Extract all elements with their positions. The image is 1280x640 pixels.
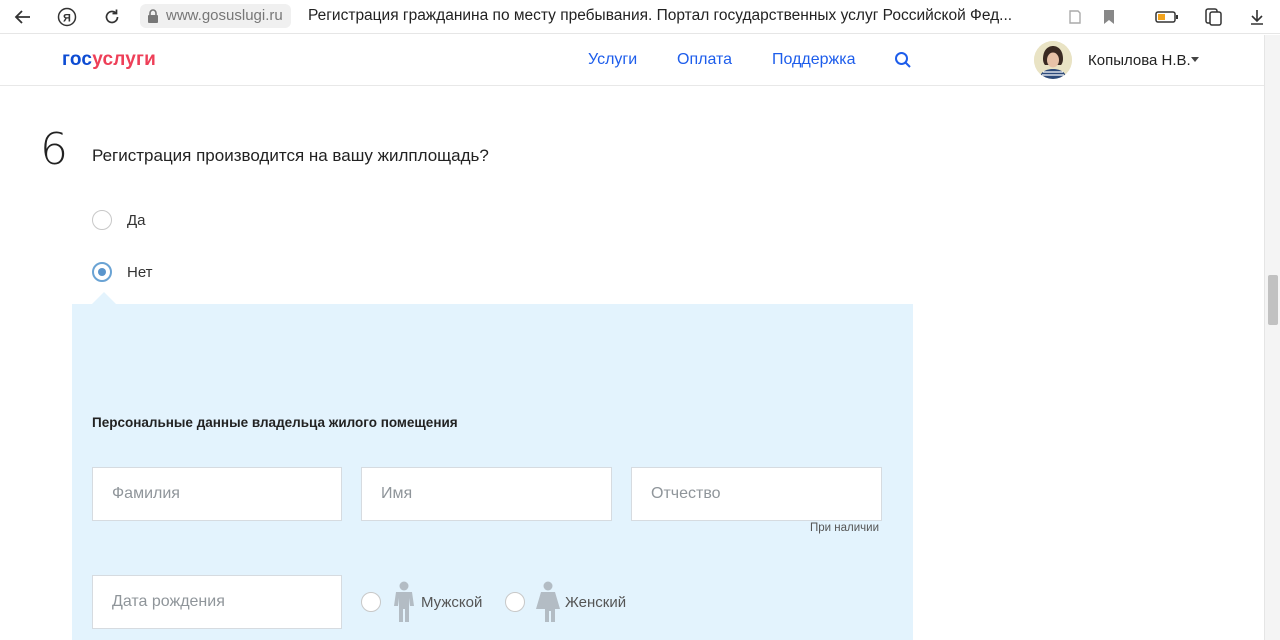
browser-toolbar: Я www.gosuslugi.ru Регистрация гражданин… bbox=[0, 0, 1280, 34]
download-icon[interactable] bbox=[1244, 4, 1270, 30]
gender-female-option[interactable]: Женский bbox=[505, 581, 626, 623]
radio-male[interactable] bbox=[361, 592, 381, 612]
birthdate-field[interactable]: Дата рождения bbox=[92, 575, 342, 629]
battery-icon[interactable] bbox=[1154, 4, 1180, 30]
option-no[interactable]: Нет bbox=[92, 262, 153, 282]
reader-mode-icon[interactable] bbox=[1062, 4, 1088, 30]
address-bar[interactable]: www.gosuslugi.ru bbox=[140, 4, 291, 28]
panel-pointer bbox=[92, 292, 116, 304]
back-arrow-icon[interactable] bbox=[10, 4, 36, 30]
radio-no[interactable] bbox=[92, 262, 112, 282]
yandex-icon[interactable]: Я bbox=[54, 4, 80, 30]
search-icon[interactable] bbox=[894, 51, 912, 69]
url-text: www.gosuslugi.ru bbox=[166, 7, 283, 24]
question-text: Регистрация производится на вашу жилплощ… bbox=[92, 146, 489, 165]
surname-field[interactable]: Фамилия bbox=[92, 467, 342, 521]
scrollbar-thumb[interactable] bbox=[1268, 275, 1278, 325]
gender-female-label: Женский bbox=[565, 593, 627, 611]
page-title: Регистрация гражданина по месту пребыван… bbox=[308, 7, 1013, 24]
nav-support[interactable]: Поддержка bbox=[772, 51, 855, 69]
lock-icon bbox=[148, 9, 158, 23]
option-no-label: Нет bbox=[127, 263, 153, 281]
gosuslugi-logo[interactable]: госуслуги bbox=[62, 49, 156, 71]
gender-male-label: Мужской bbox=[421, 593, 483, 611]
bookmark-icon[interactable] bbox=[1096, 4, 1122, 30]
chevron-down-icon[interactable] bbox=[1191, 57, 1199, 62]
female-person-icon bbox=[536, 581, 560, 622]
patronymic-hint: При наличии bbox=[810, 522, 879, 534]
section-title: Персональные данные владельца жилого пом… bbox=[92, 415, 458, 430]
nav-payment[interactable]: Оплата bbox=[677, 51, 732, 69]
option-yes-label: Да bbox=[127, 211, 146, 229]
svg-text:Я: Я bbox=[63, 13, 71, 25]
male-person-icon bbox=[394, 581, 414, 622]
reload-icon[interactable] bbox=[99, 4, 125, 30]
gender-male-option[interactable]: Мужской bbox=[361, 581, 482, 623]
page-scrollbar[interactable] bbox=[1264, 35, 1280, 640]
patronymic-field[interactable]: Отчество bbox=[631, 467, 882, 521]
user-name[interactable]: Копылова Н.В. bbox=[1088, 52, 1191, 69]
radio-female[interactable] bbox=[505, 592, 525, 612]
first-name-field[interactable]: Имя bbox=[361, 467, 612, 521]
radio-yes[interactable] bbox=[92, 210, 112, 230]
collections-icon[interactable] bbox=[1200, 4, 1226, 30]
question-number: 6 bbox=[40, 124, 68, 175]
avatar[interactable] bbox=[1034, 41, 1072, 79]
option-yes[interactable]: Да bbox=[92, 210, 146, 230]
nav-services[interactable]: Услуги bbox=[588, 51, 637, 69]
site-header: госуслуги Услуги Оплата Поддержка Копыло… bbox=[0, 35, 1264, 86]
